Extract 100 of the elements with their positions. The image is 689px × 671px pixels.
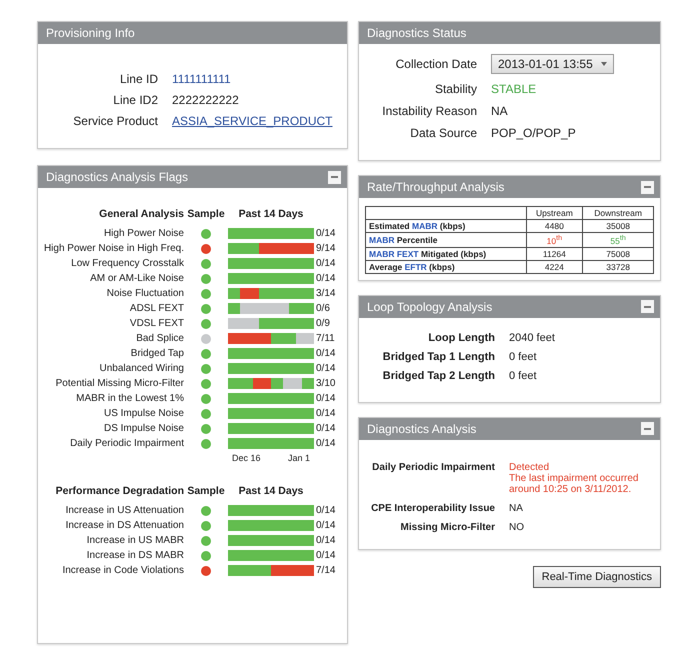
- flag-name: High Power Noise in High Freq.: [44, 243, 184, 254]
- row-label: MABR Percentile: [366, 232, 526, 248]
- flag-count: 0/14: [315, 363, 336, 374]
- table-cell: 33728: [582, 260, 654, 274]
- field-value: 1111111111: [172, 72, 231, 86]
- flag-name: Low Frequency Crosstalk: [71, 258, 184, 269]
- table-cell: 10$^{th}$: [526, 232, 583, 248]
- field-value: 0 feet: [509, 350, 538, 363]
- diagnostics-button[interactable]: Real-Time Diagnostics: [532, 566, 661, 588]
- field-label: Bridged Tap 1 Length: [382, 350, 495, 363]
- flag-count: 0/9: [315, 318, 331, 329]
- flag-name: Potential Missing Micro-Filter: [56, 378, 184, 389]
- row-label: Estimated MABR (kbps): [366, 220, 526, 232]
- flag-count: 0/14: [315, 258, 336, 269]
- flag-name: Noise Fluctuation: [106, 288, 184, 299]
- flag-name: Increase in DS MABR: [86, 550, 184, 561]
- flag-name: Increase in Code Violations: [62, 565, 184, 576]
- field-label: Collection Date: [396, 57, 477, 71]
- flag-count: 0/14: [315, 438, 336, 449]
- field-label: Line ID2: [113, 93, 158, 107]
- field-value: NO: [509, 522, 525, 533]
- flag-name: Increase in DS Attenuation: [66, 520, 184, 531]
- column-heading: Past 14 Days: [238, 484, 304, 499]
- flag-count: 0/14: [315, 273, 336, 284]
- panel-title: Diagnostics Analysis: [367, 422, 476, 436]
- panel-title: Diagnostics Status: [367, 26, 466, 40]
- field-label: Stability: [434, 82, 477, 96]
- flag-name: Bridged Tap: [130, 348, 184, 359]
- flag-name: Unbalanced Wiring: [100, 363, 184, 374]
- flag-count: 3/10: [315, 378, 336, 389]
- field-value: STABLE: [491, 82, 536, 96]
- column-heading: Sample: [187, 484, 225, 499]
- flag-count: 7/14: [315, 565, 336, 576]
- flag-name: MABR in the Lowest 1%: [76, 393, 184, 404]
- flag-count: 9/14: [315, 243, 336, 254]
- table-cell: 35008: [582, 220, 654, 232]
- collapse-button[interactable]: [328, 170, 341, 184]
- flag-name: DS Impulse Noise: [104, 423, 184, 434]
- field-value: 2040 feet: [509, 332, 556, 344]
- date-dropdown[interactable]: 2013-01-01 13:55: [491, 54, 614, 74]
- flag-count: 0/14: [315, 408, 336, 419]
- flag-name: US Impulse Noise: [104, 408, 184, 419]
- flag-name: High Power Noise: [104, 228, 184, 239]
- flag-count: 0/14: [315, 550, 336, 561]
- field-value: POP_O/POP_P: [491, 126, 576, 140]
- field-value: 2222222222: [172, 93, 239, 107]
- flag-count: 0/14: [315, 520, 336, 531]
- flag-name: ADSL FEXT: [130, 303, 184, 314]
- column-header: Downstream: [582, 206, 654, 220]
- table-cell: 55$^{th}$: [582, 232, 654, 248]
- flag-count: 0/14: [315, 535, 336, 546]
- field-value: The last impairment occurred: [509, 472, 640, 484]
- flag-count: 7/11: [315, 333, 336, 344]
- panel-title: Provisioning Info: [46, 26, 135, 40]
- flag-count: 3/14: [315, 288, 336, 299]
- flag-count: 0/14: [315, 393, 336, 404]
- row-label: MABR FEXT Mitigated (kbps): [366, 247, 526, 260]
- product-link[interactable]: ASSIA_SERVICE_PRODUCT: [172, 114, 332, 128]
- field-label: CPE Interoperability Issue: [370, 502, 495, 514]
- table-cell: 4224: [526, 260, 583, 274]
- field-label: Daily Periodic Impairment: [371, 462, 495, 475]
- flag-name: VDSL FEXT: [130, 318, 184, 329]
- flag-name: AM or AM-Like Noise: [90, 273, 184, 284]
- table-cell: 11264: [526, 247, 583, 260]
- field-value: NA: [491, 104, 508, 118]
- field-label: Missing Micro-Filter: [400, 522, 495, 533]
- field-label: Data Source: [410, 126, 477, 140]
- flag-count: 0/14: [315, 228, 336, 239]
- flag-count: 0/14: [315, 348, 336, 359]
- flag-count: 0/14: [315, 423, 336, 434]
- field-value: Detected: [509, 462, 550, 473]
- flag-name: Increase in US Attenuation: [66, 505, 184, 516]
- collapse-button[interactable]: [641, 180, 654, 194]
- field-label: Service Product: [73, 114, 158, 128]
- panel-title: Rate/Throughput Analysis: [367, 180, 504, 194]
- row-label: Average EFTR (kbps): [366, 260, 526, 274]
- column-heading: Sample: [187, 207, 225, 222]
- field-label: Loop Length: [428, 332, 495, 344]
- flag-count: 0/14: [315, 505, 336, 516]
- collapse-button[interactable]: [641, 300, 654, 314]
- field-label: Instability Reason: [382, 104, 477, 118]
- flag-name: Increase in US MABR: [86, 535, 184, 546]
- flag-count: 0/6: [315, 303, 331, 314]
- collapse-button[interactable]: [641, 422, 654, 436]
- flag-name: Bad Splice: [136, 333, 184, 344]
- field-value: NA: [509, 502, 524, 514]
- column-heading: Performance Degradation: [56, 484, 184, 499]
- column-header: Upstream: [526, 206, 583, 220]
- panel-title: Diagnostics Analysis Flags: [46, 170, 188, 184]
- column-heading: Past 14 Days: [238, 207, 304, 222]
- field-value: 0 feet: [509, 370, 538, 382]
- table-cell: 75008: [582, 247, 654, 260]
- field-label: Bridged Tap 2 Length: [382, 370, 495, 382]
- field-value: around 10:25 on 3/11/2012.: [509, 484, 632, 495]
- panel-title: Loop Topology Analysis: [367, 300, 492, 314]
- column-heading: General Analysis: [99, 207, 184, 222]
- axis-label: Jan 1: [288, 453, 310, 463]
- field-label: Line ID: [120, 72, 158, 86]
- flag-name: Daily Periodic Impairment: [70, 438, 184, 449]
- axis-label: Dec 16: [232, 453, 261, 463]
